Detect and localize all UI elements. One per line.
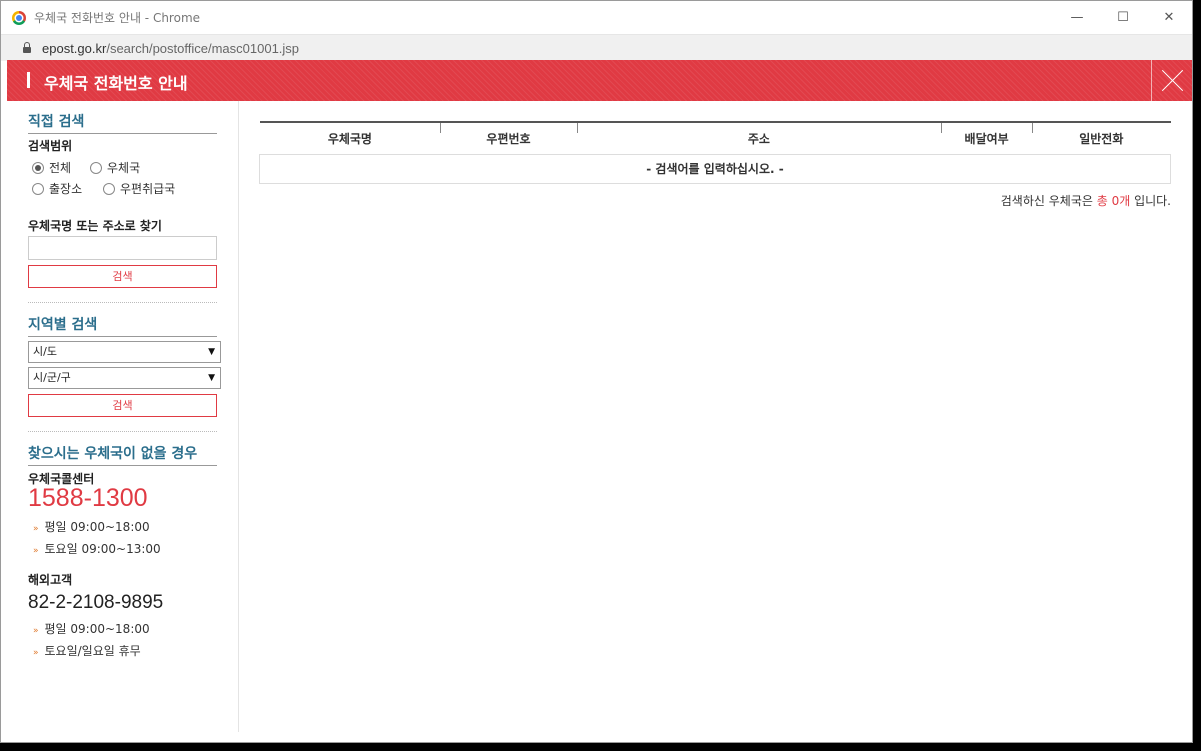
hours-text: 토요일 09:00~13:00: [44, 542, 161, 556]
page-header: 우체국 전화번호 안내: [7, 60, 1192, 101]
title-bar: 우체국 전화번호 안내 - Chrome — ☐ ✕: [1, 1, 1192, 34]
sido-select[interactable]: 시/도 ▼: [28, 341, 221, 363]
dropdown-arrow-icon: ▼: [208, 373, 215, 383]
result-prefix: 검색하신 우체국은: [1000, 193, 1097, 208]
radio-icon: [103, 182, 115, 195]
divider: [28, 431, 217, 432]
lock-icon: [23, 42, 31, 53]
divider: [28, 302, 217, 303]
name-search-label: 우체국명 또는 주소로 찾기: [28, 219, 162, 233]
scope-radio-branch[interactable]: 출장소: [32, 180, 82, 197]
overseas-hours-weekend: » 토요일/일요일 휴무: [33, 642, 141, 659]
result-suffix: 입니다.: [1130, 193, 1171, 208]
dropdown-arrow-icon: ▼: [208, 347, 215, 357]
overseas-number: 82-2-2108-9895: [28, 592, 164, 613]
chevron-right-icon: »: [33, 524, 39, 534]
help-title: 찾으시는 우체국이 없을 경우: [28, 443, 217, 466]
overseas-hours-weekday: » 평일 09:00~18:00: [33, 620, 150, 637]
hours-text: 토요일/일요일 휴무: [44, 644, 141, 658]
scope-radio-all[interactable]: 전체: [32, 159, 71, 176]
url-host: epost.go.kr: [42, 40, 107, 56]
radio-label: 우편취급국: [120, 182, 176, 196]
results-table: 우체국명 우편번호 주소 배달여부 일반전화 - 검색어를 입력하십시오. -: [259, 121, 1171, 184]
table-header-row: 우체국명 우편번호 주소 배달여부 일반전화: [259, 122, 1171, 154]
overseas-label: 해외고객: [28, 573, 73, 587]
url-path: /search/postoffice/masc01001.jsp: [106, 40, 300, 56]
column-header-name: 우체국명: [327, 131, 372, 146]
direct-search-title: 직접 검색: [28, 111, 217, 134]
column-header-zipcode: 우편번호: [440, 122, 576, 154]
header-bar-mark: [27, 72, 30, 88]
radio-label: 전체: [49, 161, 72, 175]
chevron-right-icon: »: [33, 648, 39, 658]
window-title: 우체국 전화번호 안내 - Chrome: [34, 11, 201, 25]
search-input[interactable]: [28, 236, 217, 260]
call-center-hours-saturday: » 토요일 09:00~13:00: [33, 540, 161, 557]
radio-checked-icon: [32, 161, 44, 174]
region-search-button[interactable]: 검색: [28, 394, 217, 417]
radio-icon: [90, 161, 102, 174]
result-summary: 검색하신 우체국은 총 0개 입니다.: [259, 192, 1171, 209]
chevron-right-icon: »: [33, 546, 39, 556]
window-controls: — ☐ ✕: [1054, 1, 1192, 34]
table-row: - 검색어를 입력하십시오. -: [259, 154, 1171, 184]
page-title: 우체국 전화번호 안내: [44, 74, 188, 93]
chevron-right-icon: »: [33, 626, 39, 636]
result-count: 총 0개: [1096, 193, 1131, 208]
radio-icon: [32, 182, 44, 195]
minimize-button[interactable]: —: [1054, 1, 1100, 34]
results-area: 우체국명 우편번호 주소 배달여부 일반전화 - 검색어를 입력하십시오. - …: [259, 121, 1171, 209]
radio-label: 출장소: [49, 182, 83, 196]
chrome-icon: [12, 10, 26, 25]
empty-message: - 검색어를 입력하십시오. -: [259, 154, 1171, 184]
scope-radio-agency[interactable]: 우편취급국: [103, 180, 175, 197]
close-window-button[interactable]: ✕: [1146, 1, 1192, 34]
column-header-address: 주소: [576, 122, 941, 154]
radio-label: 우체국: [107, 161, 141, 175]
sidebar: 직접 검색 검색범위 전체 우체국 출장소 우편취급국 우체국명 또는 주소로 …: [7, 101, 239, 732]
scope-radio-postoffice[interactable]: 우체국: [90, 159, 140, 176]
sido-value: 시/도: [33, 345, 57, 358]
column-header-delivery: 배달여부: [941, 122, 1032, 154]
column-header-phone: 일반전화: [1032, 122, 1170, 154]
sigungu-select[interactable]: 시/군/구 ▼: [28, 367, 221, 389]
hours-text: 평일 09:00~18:00: [44, 520, 150, 534]
close-icon[interactable]: [1151, 60, 1192, 101]
call-center-number: 1588-1300: [28, 484, 148, 512]
sigungu-value: 시/군/구: [33, 371, 71, 384]
hours-text: 평일 09:00~18:00: [44, 622, 150, 636]
url-text[interactable]: epost.go.kr/search/postoffice/masc01001.…: [42, 41, 299, 56]
region-search-title: 지역별 검색: [28, 314, 217, 337]
call-center-hours-weekday: » 평일 09:00~18:00: [33, 518, 150, 535]
direct-search-button[interactable]: 검색: [28, 265, 217, 288]
maximize-button[interactable]: ☐: [1100, 1, 1146, 34]
scope-label: 검색범위: [28, 139, 73, 153]
address-bar[interactable]: epost.go.kr/search/postoffice/masc01001.…: [1, 34, 1192, 61]
